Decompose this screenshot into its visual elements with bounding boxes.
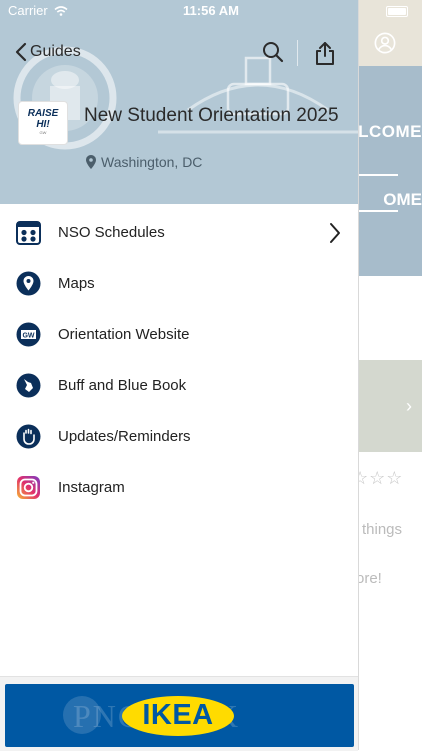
side-drawer: Guides RAISE HI! GW New Student Orientat… <box>0 0 358 751</box>
background-text: things <box>362 521 403 538</box>
location-pin-icon <box>86 155 96 169</box>
calendar-grid-icon <box>16 221 41 245</box>
chevron-right-icon[interactable]: › <box>406 396 412 417</box>
menu-item-buff-and-blue-book[interactable]: Buff and Blue Book <box>0 360 358 411</box>
status-bar: Carrier 11:56 AM <box>0 0 422 22</box>
svg-text:GW: GW <box>22 333 34 340</box>
menu-item-instagram[interactable]: Instagram <box>0 462 358 513</box>
background-app: WEEKS OF WELCOME OME › ☆☆☆ things ore! <box>352 0 422 750</box>
back-label: Guides <box>30 43 81 60</box>
guide-location: Washington, DC <box>86 154 202 170</box>
drawer-header: Guides RAISE HI! GW New Student Orientat… <box>0 0 358 204</box>
location-text: Washington, DC <box>101 154 203 170</box>
chevron-left-icon <box>15 42 27 62</box>
menu-item-label: Instagram <box>58 479 125 496</box>
banner-text: WEEKS OF WELCOME <box>358 122 422 141</box>
menu-item-label: Updates/Reminders <box>58 428 191 445</box>
background-text: ore! <box>356 570 382 587</box>
menu-item-label: Orientation Website <box>58 326 190 343</box>
chevron-right-icon <box>330 223 340 243</box>
ad-banner-container: PNCBANK IKEA <box>0 676 358 751</box>
back-button[interactable]: Guides <box>14 42 81 62</box>
profile-icon[interactable] <box>374 32 396 54</box>
instagram-icon <box>17 476 40 499</box>
search-icon[interactable] <box>261 40 285 64</box>
menu-item-updates-reminders[interactable]: Updates/Reminders <box>0 411 358 462</box>
waving-hand-icon <box>16 424 41 449</box>
battery-icon <box>386 6 408 17</box>
map-pin-icon <box>16 271 41 296</box>
guide-logo: RAISE HI! GW <box>18 101 68 145</box>
header-divider <box>297 40 298 66</box>
banner-text-secondary: OME <box>383 190 422 209</box>
guide-title: New Student Orientation 2025 <box>84 105 339 126</box>
share-icon[interactable] <box>313 40 337 66</box>
banner-divider <box>358 210 398 212</box>
menu-item-maps[interactable]: Maps <box>0 258 358 309</box>
ad-brand: IKEA <box>142 699 214 731</box>
menu-item-label: NSO Schedules <box>58 224 165 241</box>
rating-stars: ☆☆☆ <box>352 468 404 488</box>
background-banner: WEEKS OF WELCOME OME <box>358 66 422 276</box>
menu-item-label: Buff and Blue Book <box>58 377 187 394</box>
menu-item-nso-schedules[interactable]: NSO Schedules <box>0 207 358 258</box>
background-photo: › <box>358 360 422 452</box>
status-time: 11:56 AM <box>183 3 239 18</box>
ad-banner[interactable]: PNCBANK IKEA <box>5 684 354 747</box>
hand-gesture-icon <box>16 373 41 398</box>
menu-item-label: Maps <box>58 275 95 292</box>
menu-item-orientation-website[interactable]: GW Orientation Website <box>0 309 358 360</box>
banner-divider <box>358 174 398 176</box>
guide-menu: NSO Schedules Maps GW Orientation Websit… <box>0 207 358 513</box>
gw-logo-icon: GW <box>16 322 41 347</box>
